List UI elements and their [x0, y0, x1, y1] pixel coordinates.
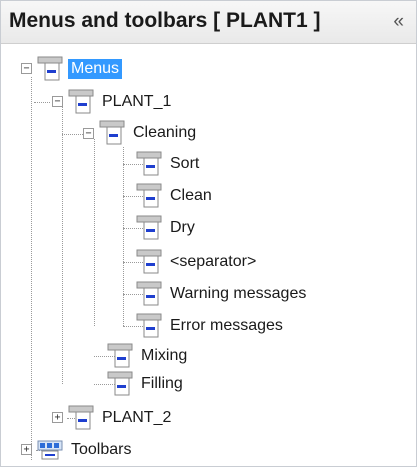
collapse-plant-1-toggle[interactable]: −: [52, 96, 63, 107]
tree-item-menus[interactable]: Menus: [37, 56, 123, 82]
tree-item-label: Error messages: [170, 317, 283, 334]
collapse-panel-button[interactable]: «: [393, 11, 404, 33]
double-chevron-left-icon: «: [393, 11, 404, 32]
collapse-menus-toggle[interactable]: −: [21, 63, 32, 74]
tree-line: [34, 102, 50, 103]
menu-item-icon: [136, 151, 162, 176]
tree-item-label: PLANT_1: [102, 93, 172, 110]
tree-item-error-messages[interactable]: Error messages: [136, 313, 286, 339]
tree-item-mixing[interactable]: Mixing: [107, 343, 190, 369]
tree-item-filling[interactable]: Filling: [107, 371, 186, 397]
tree-item-label: Toolbars: [71, 441, 132, 458]
tree-item-warning-messages[interactable]: Warning messages: [136, 281, 309, 307]
menus-toolbars-panel: Menus and toolbars [ PLANT1 ] « − − − + …: [0, 0, 417, 467]
menu-tree: − − − + + Menus PLANT_1 Cleaning Sort Cl…: [1, 43, 416, 466]
menu-item-icon: [99, 120, 125, 145]
tree-item-label: Dry: [170, 219, 195, 236]
tree-item-label: Cleaning: [133, 124, 197, 141]
panel-header: Menus and toolbars [ PLANT1 ] «: [1, 1, 416, 44]
menu-item-icon: [37, 56, 63, 81]
tree-item-label: Warning messages: [170, 285, 307, 302]
tree-item-cleaning[interactable]: Cleaning: [99, 120, 199, 146]
menu-item-icon: [136, 249, 162, 274]
tree-item-label: Filling: [141, 375, 183, 392]
tree-line: [31, 77, 32, 460]
tree-line: [123, 147, 124, 326]
expand-toolbars-toggle[interactable]: +: [21, 444, 32, 455]
tree-item-plant-2[interactable]: PLANT_2: [68, 405, 174, 431]
tree-line: [62, 134, 83, 135]
collapse-cleaning-toggle[interactable]: −: [83, 128, 94, 139]
expand-plant-2-toggle[interactable]: +: [52, 412, 63, 423]
tree-line: [62, 107, 63, 384]
tree-item-label: Menus: [68, 59, 123, 79]
menu-item-icon: [68, 89, 94, 114]
menu-item-icon: [68, 405, 94, 430]
menu-item-icon: [136, 281, 162, 306]
tree-item-toolbars[interactable]: Toolbars: [37, 437, 134, 463]
tree-item-separator[interactable]: <separator>: [136, 249, 259, 275]
toolbar-icon: [37, 440, 63, 460]
menu-item-icon: [107, 371, 133, 396]
menu-item-icon: [136, 183, 162, 208]
tree-item-dry[interactable]: Dry: [136, 215, 198, 241]
tree-line: [94, 139, 95, 326]
menu-item-icon: [136, 215, 162, 240]
tree-item-sort[interactable]: Sort: [136, 151, 202, 177]
panel-title: Menus and toolbars [ PLANT1 ]: [9, 9, 321, 32]
tree-item-label: Sort: [170, 155, 200, 172]
tree-item-label: Mixing: [141, 347, 188, 364]
tree-item-plant-1[interactable]: PLANT_1: [68, 89, 174, 115]
tree-item-label: PLANT_2: [102, 409, 172, 426]
tree-item-label: Clean: [170, 187, 212, 204]
menu-item-icon: [107, 343, 133, 368]
tree-item-clean[interactable]: Clean: [136, 183, 215, 209]
menu-item-icon: [136, 313, 162, 338]
tree-item-label: <separator>: [170, 253, 257, 270]
